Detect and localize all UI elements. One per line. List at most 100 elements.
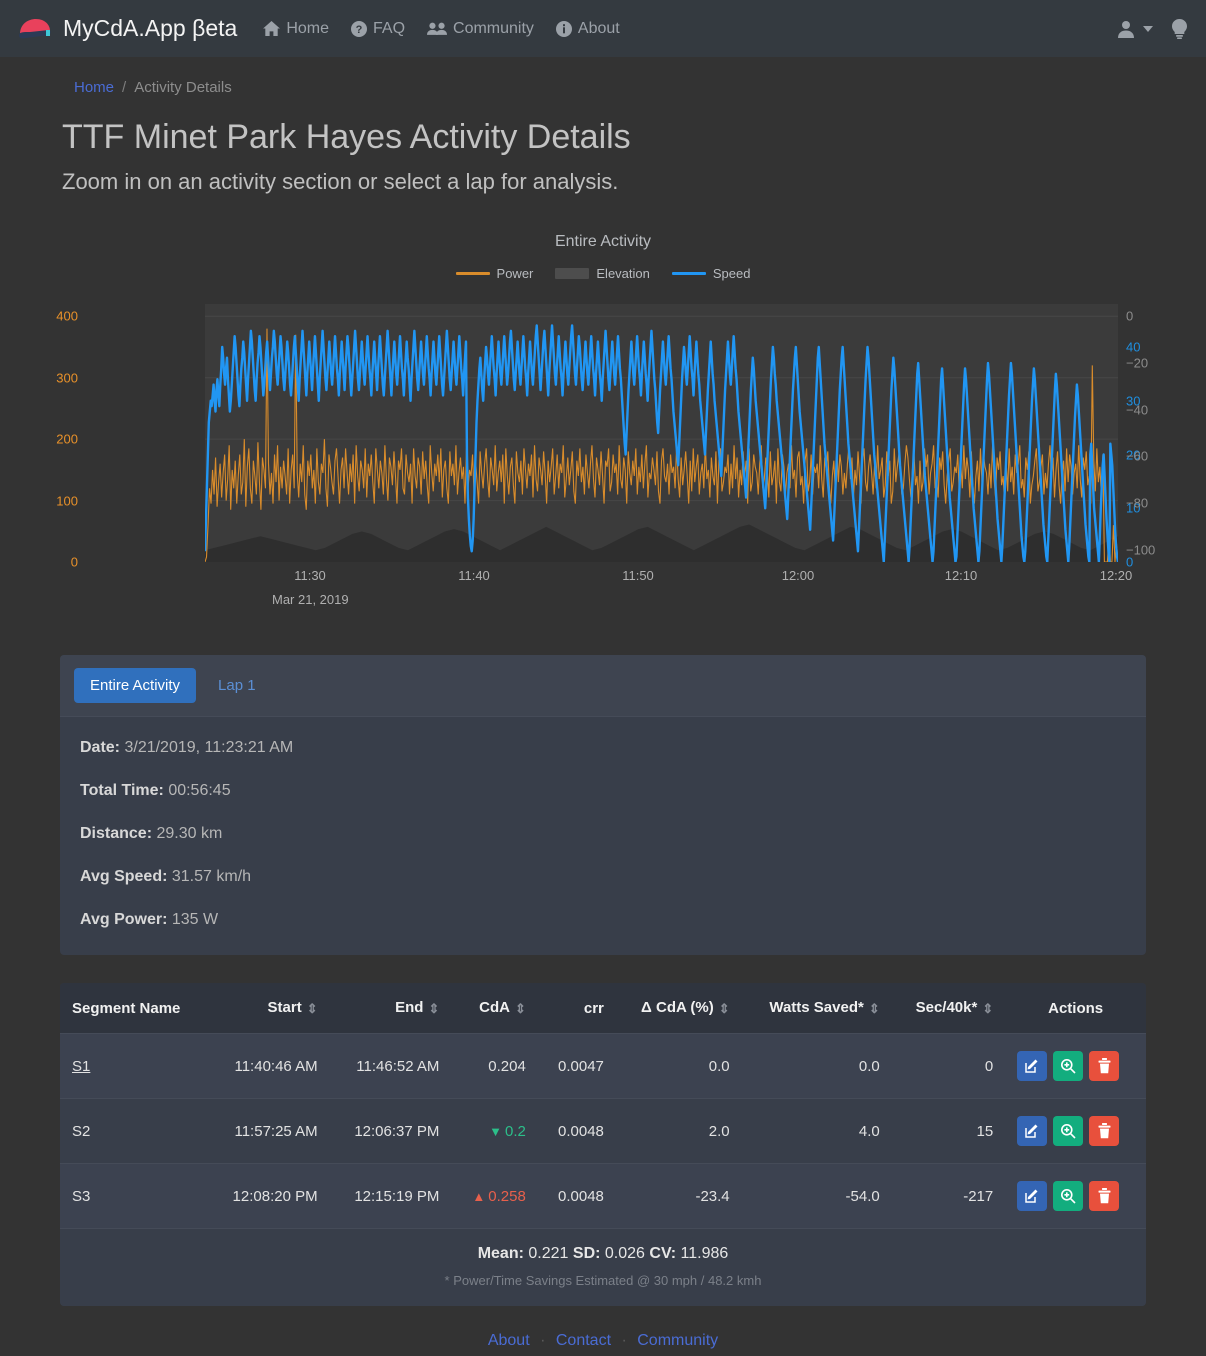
- chart-title: Entire Activity: [554, 233, 652, 250]
- table-header-cda[interactable]: Δ CdA (%) ⇕: [615, 983, 742, 1034]
- delete-segment-button[interactable]: [1089, 1051, 1120, 1081]
- sort-arrows-icon[interactable]: ⇕: [515, 1001, 526, 1017]
- zoom-segment-button[interactable]: [1053, 1116, 1084, 1146]
- detail-total-time-label: Total Time:: [80, 782, 164, 799]
- chevron-down-icon[interactable]: [1143, 25, 1153, 32]
- pencil-square-icon: [1024, 1123, 1040, 1139]
- legend-label-power: Power: [496, 266, 534, 281]
- segment-name-cell[interactable]: S2: [60, 1098, 208, 1164]
- table-header-watts-saved[interactable]: Watts Saved* ⇕: [741, 983, 892, 1034]
- segment-name-label[interactable]: S2: [72, 1123, 90, 1140]
- sort-arrows-icon[interactable]: ⇕: [428, 1001, 439, 1017]
- segments-table-wrapper: Segment Name Start ⇕ End ⇕ CdA ⇕ crr Δ CdA (%) ⇕ W…: [60, 983, 1146, 1306]
- segment-crr-cell: 0.0047: [537, 1033, 616, 1099]
- lightbulb-icon: [1171, 18, 1188, 39]
- elevation-axis-tick-3: −60: [1126, 448, 1149, 464]
- table-header-start[interactable]: Start ⇕: [207, 983, 330, 1034]
- legend-item-power[interactable]: Power: [455, 266, 534, 281]
- segment-watts-saved-cell: -54.0: [741, 1163, 892, 1228]
- detail-total-time-value: 00:56:45: [168, 782, 231, 799]
- power-axis-tick-1: 100: [56, 493, 78, 509]
- segments-table: Segment Name Start ⇕ End ⇕ CdA ⇕ crr Δ CdA (%) ⇕ W…: [60, 983, 1146, 1228]
- table-header-crr: crr: [537, 983, 616, 1034]
- table-row: S1 11:40:46 AM 11:46:52 AM 0.204 0.0047 0.0 0.…: [60, 1033, 1146, 1099]
- home-icon: [263, 21, 281, 36]
- sort-arrows-icon[interactable]: ⇕: [307, 1001, 318, 1017]
- zoom-segment-button[interactable]: [1053, 1181, 1084, 1211]
- segment-start-cell: 11:40:46 AM: [207, 1033, 330, 1099]
- edit-segment-button[interactable]: [1017, 1051, 1048, 1081]
- brand-name: MyCdA.App βeta: [63, 15, 238, 41]
- brand-logo-link[interactable]: MyCdA.App βeta: [16, 15, 237, 42]
- elevation-axis-tick-5: −100: [1126, 542, 1156, 558]
- segment-start-cell: 11:57:25 AM: [207, 1098, 330, 1164]
- segment-end-cell: 12:15:19 PM: [329, 1163, 452, 1228]
- chart-date-label: Mar 21, 2019: [272, 592, 349, 607]
- delete-segment-button[interactable]: [1089, 1181, 1120, 1211]
- segment-cda-value: 0.258: [488, 1187, 526, 1205]
- breadcrumb-home-link[interactable]: Home: [74, 79, 114, 96]
- detail-avg-speed-value: 31.57 km/h: [171, 868, 252, 885]
- pencil-square-icon: [1024, 1058, 1040, 1074]
- user-menu-toggle[interactable]: [1117, 20, 1135, 38]
- footer-link-about[interactable]: About: [488, 1332, 530, 1349]
- segment-name-label[interactable]: S3: [72, 1188, 90, 1205]
- detail-avg-power: Avg Power: 135 W: [80, 911, 1126, 929]
- savings-note: * Power/Time Savings Estimated @ 30 mph …: [444, 1273, 762, 1288]
- nav-item-community[interactable]: Community: [427, 20, 534, 38]
- nav-item-about[interactable]: About: [555, 20, 620, 38]
- segment-cda-cell: ▼ 0.2: [451, 1098, 538, 1164]
- detail-date-value: 3/21/2019, 11:23:21 AM: [124, 739, 294, 756]
- detail-avg-power-label: Avg Power:: [80, 911, 168, 928]
- nav-links: Home ? FAQ Community About: [263, 20, 620, 38]
- edit-segment-button[interactable]: [1017, 1181, 1048, 1211]
- segment-name-cell[interactable]: S1: [60, 1033, 208, 1099]
- tab-lap-1[interactable]: Lap 1: [202, 668, 272, 703]
- segment-cda-cell: 0.204: [451, 1033, 538, 1099]
- tab-entire-activity[interactable]: Entire Activity: [74, 668, 197, 703]
- sd-value: 0.026: [604, 1245, 645, 1262]
- chart-plot-area[interactable]: 0 100 200 300 400 0 10 20 30 40 0 −20 −40 −60 −80 −100 1…: [56, 292, 1155, 607]
- chart-canvas[interactable]: [205, 304, 1118, 562]
- activity-chart[interactable]: Entire Activity Power Elevation Speed 0 1…: [56, 233, 1155, 607]
- segment-name-label[interactable]: S1: [72, 1058, 90, 1075]
- elevation-axis-tick-0: 0: [1126, 308, 1134, 324]
- segment-name-cell[interactable]: S3: [60, 1163, 208, 1228]
- zoom-segment-button[interactable]: [1053, 1051, 1084, 1081]
- table-header-sec-40k[interactable]: Sec/40k* ⇕: [891, 983, 1006, 1034]
- legend-item-speed[interactable]: Speed: [671, 266, 750, 281]
- pencil-square-icon: [1024, 1188, 1040, 1204]
- table-header-end[interactable]: End ⇕: [329, 983, 452, 1034]
- elevation-axis-tick-4: −80: [1126, 495, 1149, 511]
- page-title: TTF Minet Park Hayes Activity Details: [62, 118, 631, 156]
- detail-date: Date: 3/21/2019, 11:23:21 AM: [80, 739, 1126, 757]
- magnifier-plus-icon: [1060, 1188, 1076, 1204]
- detail-distance-value: 29.30 km: [156, 825, 223, 842]
- sort-arrows-icon[interactable]: ⇕: [982, 1001, 993, 1017]
- time-axis-tick-1: 11:40: [458, 568, 490, 583]
- nav-item-home[interactable]: Home: [263, 20, 329, 38]
- footer-link-community[interactable]: Community: [637, 1332, 718, 1349]
- sort-arrows-icon[interactable]: ⇕: [719, 1001, 730, 1017]
- table-header-actions: Actions: [1005, 983, 1146, 1034]
- theme-toggle-button[interactable]: [1171, 18, 1188, 39]
- segment-sec40k-cell: 15: [891, 1098, 1006, 1164]
- segment-delta-cda-cell: -23.4: [615, 1163, 742, 1228]
- nav-item-faq[interactable]: ? FAQ: [351, 20, 405, 38]
- mean-label: Mean:: [477, 1245, 524, 1262]
- legend-item-elevation[interactable]: Elevation: [555, 266, 650, 281]
- user-icon: [1117, 20, 1135, 38]
- sd-label: SD:: [572, 1245, 601, 1262]
- sort-arrows-icon[interactable]: ⇕: [869, 1001, 880, 1017]
- table-header-cda[interactable]: CdA ⇕: [451, 983, 538, 1034]
- helmet-logo-icon: [16, 17, 54, 41]
- mean-value: 0.221: [528, 1245, 569, 1262]
- segment-delta-cda-cell: 0.0: [615, 1033, 742, 1099]
- segment-cda-value: 0.204: [488, 1057, 526, 1075]
- navbar-right-actions: [1117, 18, 1188, 39]
- legend-swatch-power: [455, 272, 490, 275]
- delete-segment-button[interactable]: [1089, 1116, 1120, 1146]
- footer-link-contact[interactable]: Contact: [556, 1332, 611, 1349]
- edit-segment-button[interactable]: [1017, 1116, 1048, 1146]
- segment-end-cell: 12:06:37 PM: [329, 1098, 452, 1164]
